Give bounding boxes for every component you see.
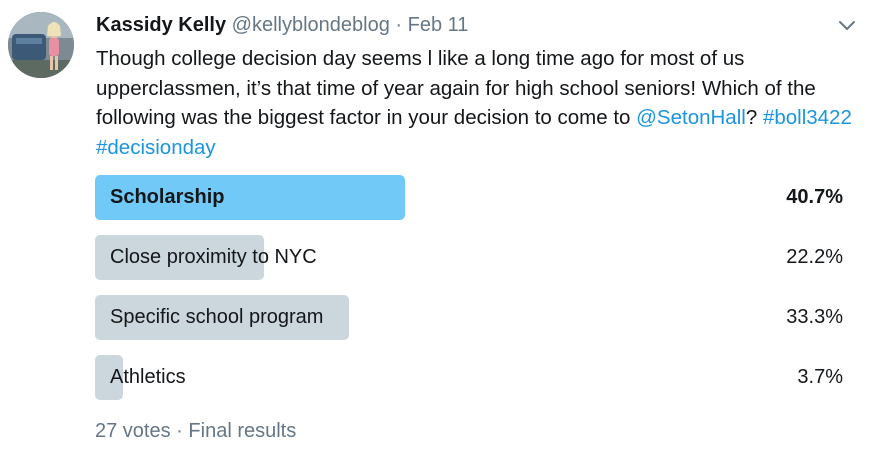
hashtag-link-decisionday[interactable]: #decisionday [96, 136, 216, 159]
poll-vote-count: 27 votes [95, 420, 171, 442]
tweet-date[interactable]: Feb 11 [408, 14, 469, 36]
tweet-body-after-mention: ? [745, 106, 763, 129]
poll-option-percent: 3.7% [797, 366, 843, 388]
poll-footer: 27 votes · Final results [95, 418, 296, 444]
tweet-text: Though college decision day seems l like… [96, 44, 866, 162]
mention-link[interactable]: @SetonHall [636, 106, 746, 129]
poll-option-percent: 33.3% [786, 306, 843, 328]
poll-option: Close proximity to NYC 22.2% [95, 235, 847, 280]
author-handle[interactable]: @kellyblondeblog [232, 14, 390, 36]
profile-photo-icon [8, 12, 74, 78]
tweet-header: Kassidy Kelly @kellyblondeblog · Feb 11 [96, 12, 468, 38]
poll-option-percent: 40.7% [786, 186, 843, 208]
hashtag-link-boll3422[interactable]: #boll3422 [763, 106, 852, 129]
poll-option-percent: 22.2% [786, 246, 843, 268]
poll-option-label: Close proximity to NYC [110, 246, 317, 268]
poll: Scholarship 40.7% Close proximity to NYC… [95, 175, 847, 415]
poll-footer-separator: · [176, 420, 183, 442]
poll-option-label: Scholarship [110, 186, 225, 208]
author-name[interactable]: Kassidy Kelly [96, 14, 226, 36]
tweet-menu-button[interactable] [836, 14, 858, 36]
chevron-down-icon [839, 21, 855, 30]
poll-option: Athletics 3.7% [95, 355, 847, 400]
poll-option-label: Specific school program [110, 306, 324, 328]
poll-option-label: Athletics [110, 366, 186, 388]
poll-option: Specific school program 33.3% [95, 295, 847, 340]
poll-status: Final results [188, 420, 297, 442]
header-separator: · [395, 14, 403, 36]
avatar[interactable] [8, 12, 74, 78]
poll-option: Scholarship 40.7% [95, 175, 847, 220]
